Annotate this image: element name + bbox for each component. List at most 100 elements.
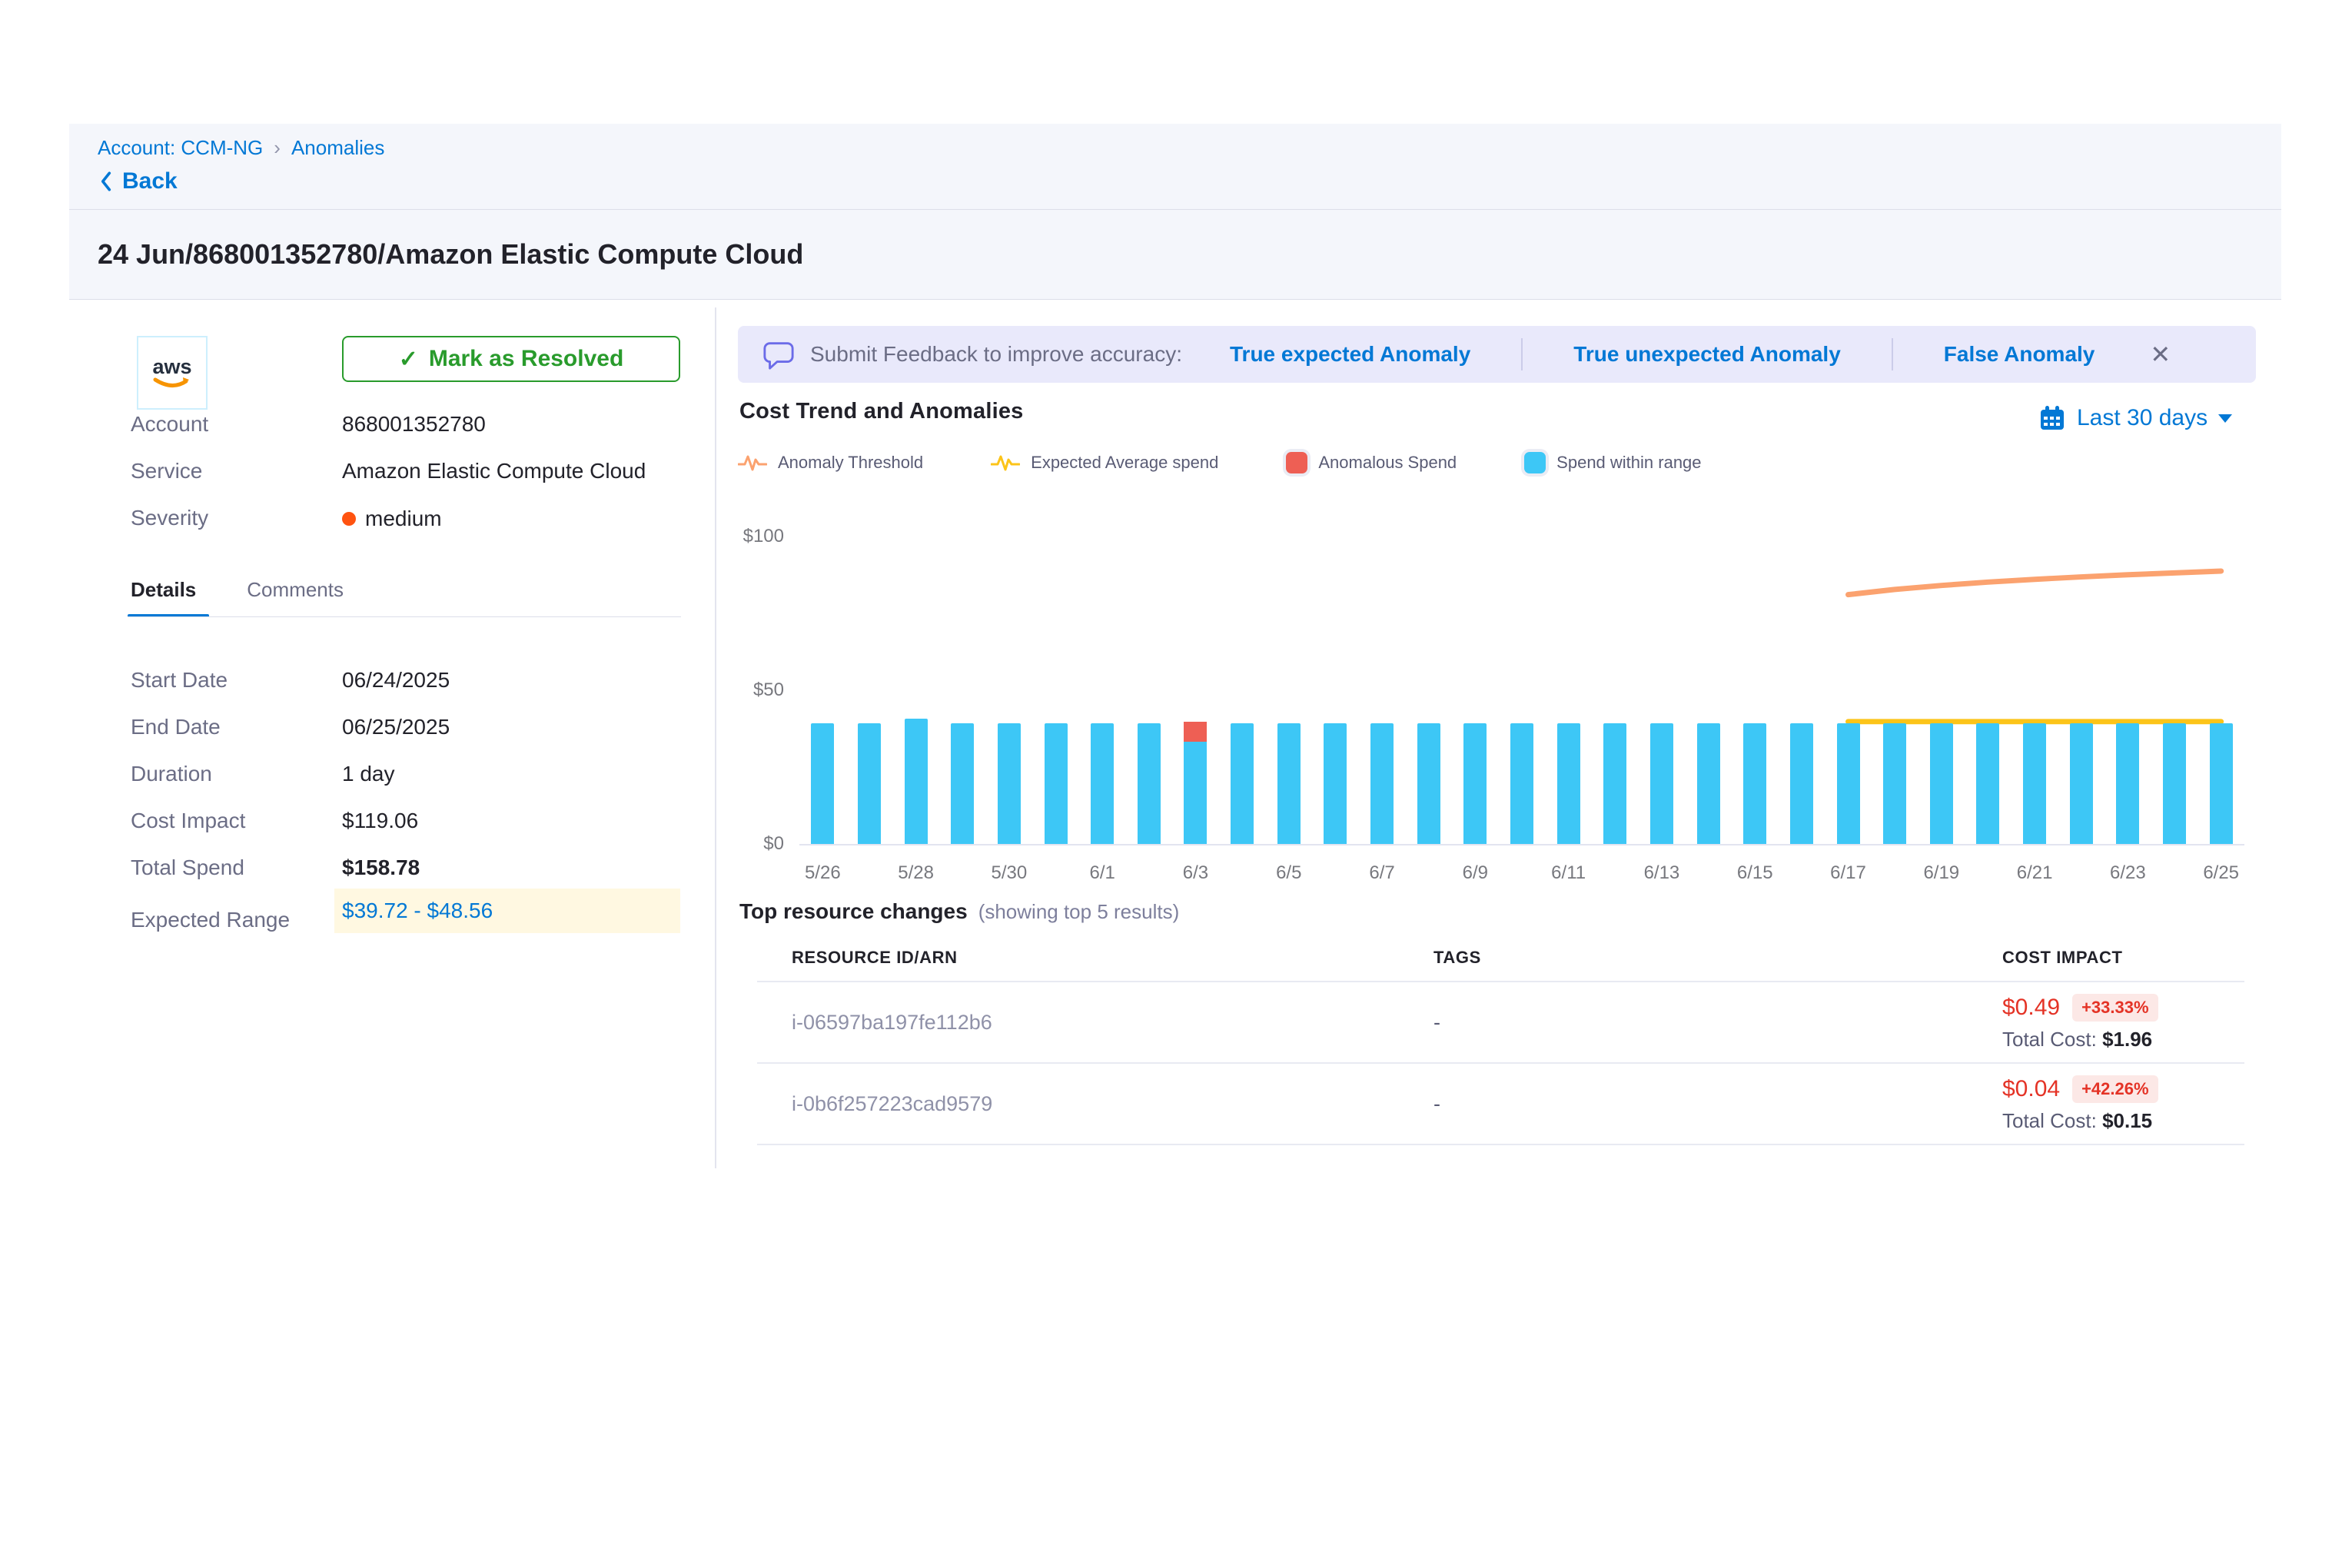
bar-6/7[interactable] (1370, 723, 1394, 844)
bar-5/30[interactable] (998, 723, 1021, 844)
total-cost-value: $0.15 (2102, 1109, 2152, 1132)
x-tick: 6/13 (1644, 862, 1680, 884)
resource-id-link[interactable]: i-0b6f257223cad9579 (757, 1092, 1433, 1116)
bar-6/23[interactable] (2116, 723, 2139, 844)
bar-6/4[interactable] (1231, 723, 1254, 844)
bar-5/31[interactable] (1045, 723, 1068, 844)
bar-6/5[interactable] (1277, 723, 1301, 844)
table-row[interactable]: i-0b6f257223cad9579 - $0.04 +42.26% Tota… (757, 1064, 2244, 1145)
x-tick: 6/23 (2110, 862, 2146, 884)
title-band: 24 Jun/868001352780/Amazon Elastic Compu… (69, 210, 2281, 300)
x-tick: 5/26 (805, 862, 841, 884)
breadcrumb: Account: CCM-NG › Anomalies (98, 136, 384, 160)
x-tick: 5/28 (898, 862, 934, 884)
total-spend-value: $158.78 (342, 855, 420, 880)
resources-title: Top resource changes (showing top 5 resu… (739, 899, 1179, 924)
bar-5/28[interactable] (905, 719, 928, 844)
feedback-false-anomaly[interactable]: False Anomaly (1944, 342, 2095, 367)
bar-6/25[interactable] (2210, 723, 2233, 844)
x-tick: 6/1 (1090, 862, 1115, 884)
feedback-bar: Submit Feedback to improve accuracy: Tru… (738, 326, 2256, 383)
severity-value: medium (365, 507, 442, 531)
chart-title: Cost Trend and Anomalies (739, 399, 1024, 424)
cost-impact-cell: $0.49 +33.33% Total Cost: $1.96 (2002, 994, 2244, 1051)
aws-provider-badge: aws (137, 336, 208, 410)
bar-6/12[interactable] (1603, 723, 1626, 844)
y-tick: $0 (699, 833, 784, 855)
cyan-swatch-icon (1524, 452, 1546, 473)
bar-6/20[interactable] (1976, 723, 1999, 844)
detail-tabs: Details Comments (131, 578, 344, 602)
x-tick: 6/19 (1923, 862, 1959, 884)
header-band: Account: CCM-NG › Anomalies Back (69, 124, 2281, 210)
service-row: Service Amazon Elastic Compute Cloud (131, 459, 681, 485)
start-date-row: Start Date 06/24/2025 (131, 667, 681, 693)
duration-row: Duration 1 day (131, 761, 681, 787)
bar-6/17[interactable] (1837, 723, 1860, 844)
bar-6/16[interactable] (1790, 723, 1813, 844)
column-tags: TAGS (1433, 948, 2002, 968)
tab-details[interactable]: Details (131, 578, 196, 602)
feedback-true-expected[interactable]: True expected Anomaly (1230, 342, 1470, 367)
total-cost-label: Total Cost: (2002, 1109, 2097, 1132)
back-button[interactable]: Back (98, 168, 178, 194)
breadcrumb-account-link[interactable]: Account: CCM-NG (98, 136, 263, 160)
bar-6/15[interactable] (1743, 723, 1766, 844)
calendar-icon (2038, 404, 2066, 432)
mark-as-resolved-label: Mark as Resolved (429, 346, 623, 372)
table-row[interactable]: i-06597ba197fe112b6 - $0.49 +33.33% Tota… (757, 982, 2244, 1064)
breadcrumb-anomalies-link[interactable]: Anomalies (291, 136, 384, 160)
chevron-left-icon (98, 170, 115, 193)
total-cost-value: $1.96 (2102, 1028, 2152, 1051)
x-tick: 6/9 (1463, 862, 1488, 884)
total-spend-label: Total Spend (131, 855, 342, 880)
bar-6/6[interactable] (1324, 723, 1347, 844)
bar-6/22[interactable] (2070, 723, 2093, 844)
bar-6/2[interactable] (1138, 723, 1161, 844)
bar-5/29[interactable] (951, 723, 974, 844)
bar-6/18[interactable] (1883, 723, 1906, 844)
cost-impact-amount: $0.04 (2002, 1076, 2060, 1102)
bar-5/27[interactable] (858, 723, 881, 844)
bar-5/26[interactable] (811, 723, 834, 844)
x-tick: 6/3 (1183, 862, 1208, 884)
severity-row: Severity medium (131, 506, 681, 532)
bar-6/8[interactable] (1417, 723, 1440, 844)
aws-logo-icon: aws (148, 350, 197, 395)
bar-6/24[interactable] (2163, 723, 2186, 844)
duration-value: 1 day (342, 762, 395, 786)
bar-6/10[interactable] (1510, 723, 1533, 844)
bar-6/9[interactable] (1463, 723, 1487, 844)
bar-6/19[interactable] (1930, 723, 1953, 844)
x-tick: 6/7 (1369, 862, 1394, 884)
account-value: 868001352780 (342, 412, 486, 438)
resources-subtitle: (showing top 5 results) (978, 900, 1180, 924)
anomaly-detail-page: Account: CCM-NG › Anomalies Back 24 Jun/… (0, 0, 2352, 1568)
bar-6/21[interactable] (2023, 723, 2046, 844)
legend-anomalous-spend: Anomalous Spend (1286, 452, 1457, 473)
feedback-divider (1521, 338, 1523, 370)
back-label: Back (122, 168, 178, 194)
bar-6/1[interactable] (1091, 723, 1114, 844)
breadcrumb-separator-icon: › (274, 136, 281, 160)
severity-badge: medium (342, 506, 442, 532)
close-icon[interactable]: ✕ (2150, 342, 2171, 367)
bar-6/14[interactable] (1697, 723, 1720, 844)
date-range-picker[interactable]: Last 30 days (2038, 404, 2232, 432)
legend-expected-average: Expected Average spend (991, 453, 1218, 473)
tab-comments[interactable]: Comments (247, 578, 344, 602)
start-date-label: Start Date (131, 668, 342, 693)
column-resource-id: RESOURCE ID/ARN (757, 948, 1433, 968)
bar-6/11[interactable] (1557, 723, 1580, 844)
line-anomaly-threshold (1849, 571, 2221, 595)
feedback-true-unexpected[interactable]: True unexpected Anomaly (1573, 342, 1841, 367)
x-tick: 6/5 (1276, 862, 1301, 884)
anomalous-segment (1184, 722, 1207, 742)
bar-6/3[interactable] (1184, 722, 1207, 844)
feedback-divider (1892, 338, 1893, 370)
expected-range-row: Expected Range (131, 907, 681, 933)
bar-6/13[interactable] (1650, 723, 1673, 844)
pulse-line-icon (991, 453, 1020, 473)
resource-id-link[interactable]: i-06597ba197fe112b6 (757, 1011, 1433, 1035)
mark-as-resolved-button[interactable]: ✓ Mark as Resolved (342, 336, 680, 382)
